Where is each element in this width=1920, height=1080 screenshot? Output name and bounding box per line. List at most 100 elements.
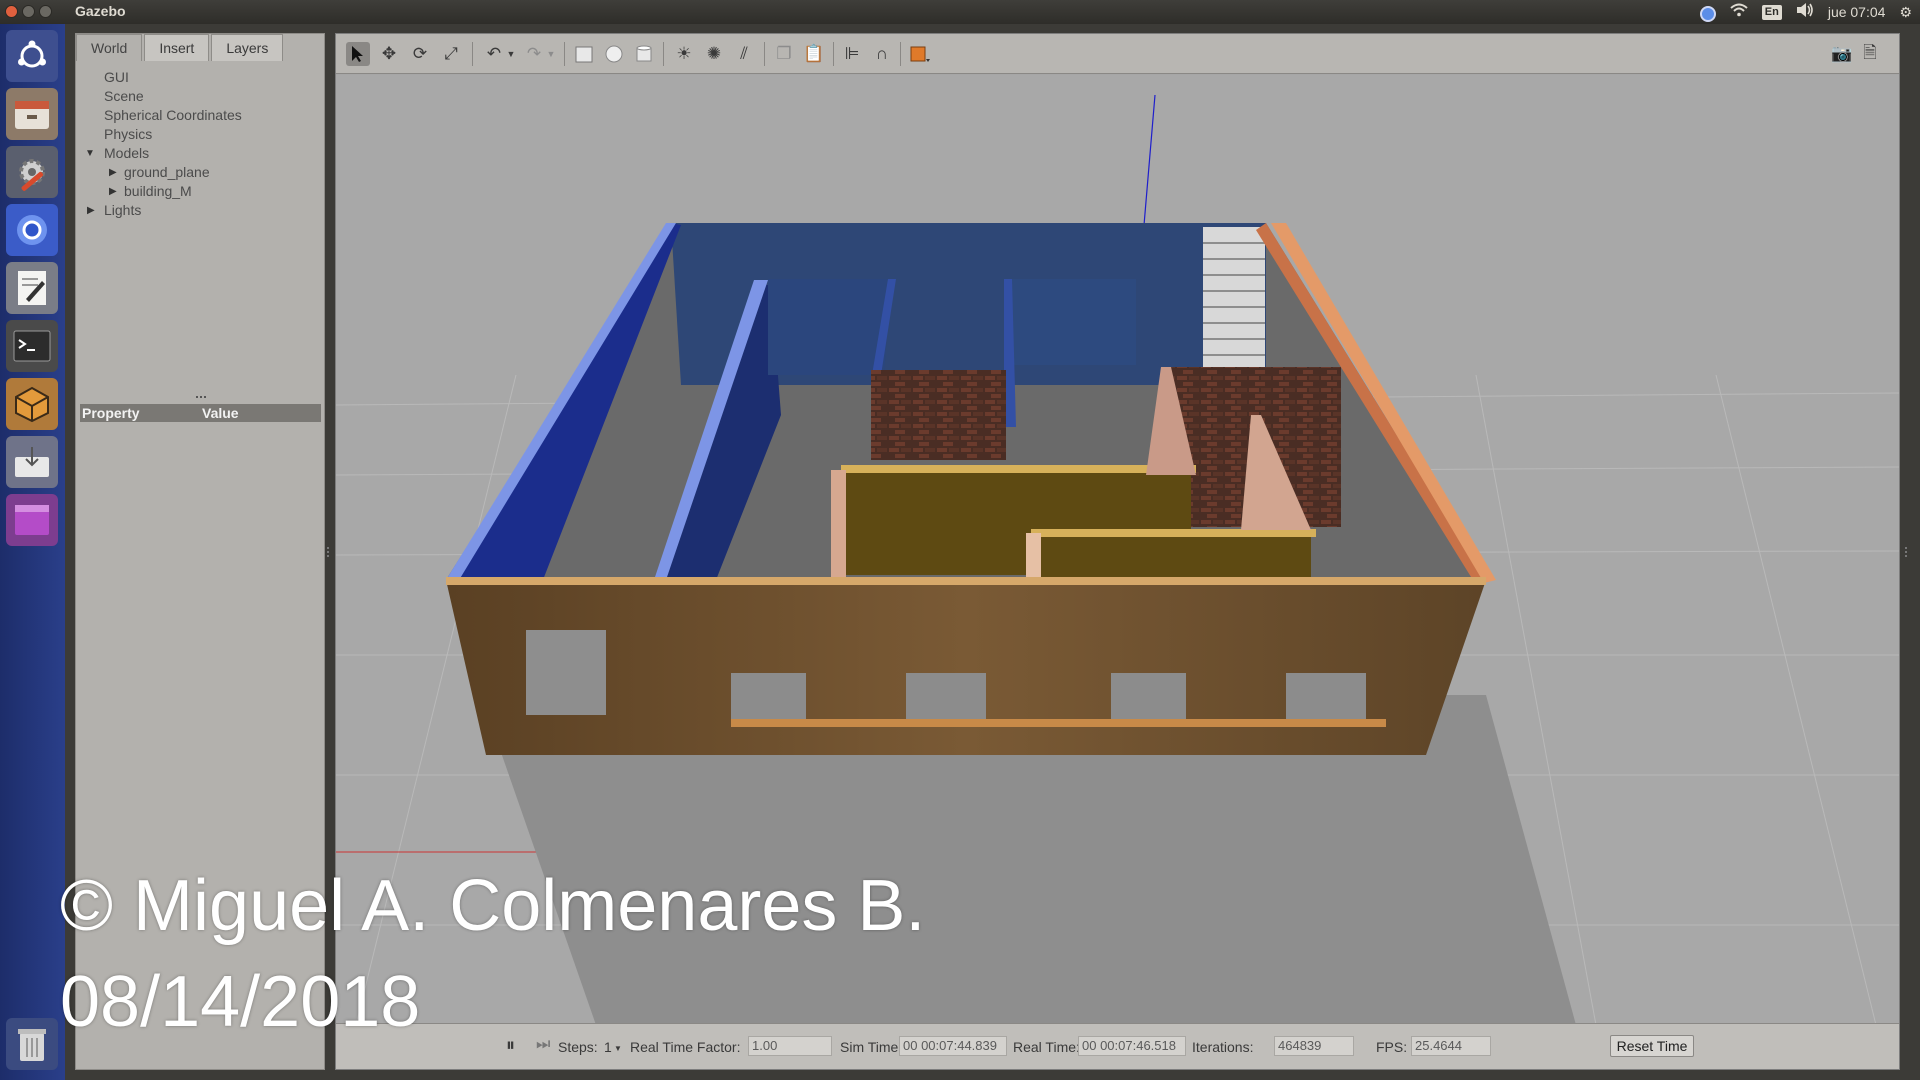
toolbar-separator — [663, 42, 664, 66]
launcher — [0, 24, 65, 1080]
tree-item-label: Physics — [104, 126, 153, 142]
window-controls — [5, 5, 52, 18]
room-wall-2 — [1008, 279, 1136, 365]
toolbar-separator — [833, 42, 834, 66]
text-editor-icon[interactable] — [6, 262, 58, 314]
yellow-wall-1-edge — [831, 470, 846, 585]
directional-light-icon[interactable]: ⫽ — [732, 42, 756, 66]
room-wall-1 — [768, 279, 891, 375]
log-icon[interactable]: 🗎 — [1858, 42, 1882, 66]
undo-history-dropdown-icon[interactable]: ▼ — [504, 42, 518, 66]
tree-item-spherical-coordinates[interactable]: Spherical Coordinates — [76, 106, 326, 125]
files-icon[interactable] — [6, 88, 58, 140]
clock[interactable]: jue 07:04 — [1828, 0, 1886, 24]
tree-item-label: Lights — [104, 202, 142, 218]
left-panel-splitter-handle[interactable] — [327, 547, 331, 557]
property-column-header[interactable]: Property — [82, 404, 140, 422]
redo-icon[interactable]: ↷ — [522, 42, 546, 66]
select-arrow-icon[interactable] — [346, 42, 370, 66]
tree-item-models[interactable]: ▼ Models — [76, 144, 326, 163]
expand-right-icon[interactable]: ▶ — [87, 201, 95, 220]
top-system-bar: Gazebo En jue 07:04 ⚙ — [0, 0, 1920, 24]
paste-icon[interactable]: 📋 — [802, 42, 826, 66]
tab-layers[interactable]: Layers — [211, 34, 284, 61]
reset-time-button[interactable]: Reset Time — [1610, 1035, 1694, 1057]
rotate-icon[interactable]: ⟳ — [408, 42, 432, 66]
iterations-label: Iterations: — [1192, 1039, 1254, 1055]
app-title: Gazebo — [75, 3, 126, 19]
workspace-switcher-icon[interactable] — [6, 494, 58, 546]
snap-icon[interactable]: ∩ — [870, 42, 894, 66]
settings-gear-icon[interactable]: ⚙ — [1899, 0, 1912, 24]
volume-icon[interactable] — [1796, 0, 1814, 24]
expand-down-icon[interactable]: ▼ — [85, 144, 95, 163]
software-installer-icon[interactable] — [6, 436, 58, 488]
box-shape-icon[interactable] — [572, 42, 596, 66]
property-splitter-handle[interactable] — [196, 396, 206, 399]
toolbar-separator — [900, 42, 901, 66]
yellow-wall-2-edge — [1026, 533, 1041, 580]
tree-item-physics[interactable]: Physics — [76, 125, 326, 144]
toolbar-separator — [564, 42, 565, 66]
gazebo-icon[interactable] — [6, 378, 58, 430]
copy-icon[interactable]: ❐ — [772, 42, 796, 66]
maximize-window-button[interactable] — [39, 5, 52, 18]
cylinder-shape-icon[interactable] — [632, 42, 656, 66]
front-wooden-wall — [446, 577, 1486, 755]
copyright-watermark: © Miguel A. Colmenares B. 08/14/2018 — [60, 858, 925, 1050]
view-angle-icon[interactable] — [908, 42, 932, 66]
toolbar-separator — [764, 42, 765, 66]
fps-field: 25.4644 — [1411, 1036, 1491, 1056]
tree-item-label: Spherical Coordinates — [104, 107, 242, 123]
ubuntu-dash-icon[interactable] — [6, 30, 58, 82]
brick-wall-1 — [871, 370, 1006, 460]
real-time-field: 00 00:07:46.518 — [1078, 1036, 1186, 1056]
tree-item-label: GUI — [104, 69, 129, 85]
minimize-window-button[interactable] — [22, 5, 35, 18]
tree-item-gui[interactable]: GUI — [76, 68, 326, 87]
point-light-icon[interactable]: ☀ — [672, 42, 696, 66]
spot-light-icon[interactable]: ✺ — [702, 42, 726, 66]
tree-item-label: Models — [104, 145, 150, 161]
yellow-wall-2 — [1036, 532, 1311, 580]
toolbar: ✥ ⟳ ⤢ ↶ ▼ ↷ ▼ ☀ ✺ ⫽ ❐ 📋 ⊫ ∩ 📷 🗎 — [336, 34, 1899, 74]
fps-label: FPS: — [1376, 1039, 1408, 1055]
chromium-icon[interactable] — [6, 204, 58, 256]
expand-right-icon[interactable]: ▶ — [109, 182, 117, 201]
tree-item-scene[interactable]: Scene — [76, 87, 326, 106]
system-tray: En jue 07:04 ⚙ — [1699, 0, 1920, 24]
value-column-header[interactable]: Value — [202, 404, 239, 422]
right-panel-splitter-handle[interactable] — [1905, 547, 1909, 557]
terminal-icon[interactable] — [6, 320, 58, 372]
tree-item-label: building_M — [124, 183, 192, 199]
chromium-icon[interactable] — [1699, 6, 1716, 22]
toolbar-separator — [472, 42, 473, 66]
yellow-wall-1-top — [841, 465, 1196, 473]
scale-icon[interactable]: ⤢ — [439, 42, 463, 66]
undo-icon[interactable]: ↶ — [482, 42, 506, 66]
align-icon[interactable]: ⊫ — [840, 42, 864, 66]
keyboard-layout-indicator[interactable]: En — [1761, 4, 1782, 20]
system-settings-icon[interactable] — [6, 146, 58, 198]
yellow-wall-2-top — [1031, 529, 1316, 537]
watermark-author: © Miguel A. Colmenares B. — [60, 866, 926, 946]
tree-item-ground-plane[interactable]: ▶ ground_plane — [76, 163, 326, 182]
screenshot-icon[interactable]: 📷 — [1830, 42, 1854, 66]
tree-item-building[interactable]: ▶ building_M — [76, 182, 326, 201]
staircase — [1203, 227, 1265, 367]
tree-item-label: ground_plane — [124, 164, 210, 180]
close-window-button[interactable] — [5, 5, 18, 18]
iterations-field: 464839 — [1274, 1036, 1354, 1056]
translate-icon[interactable]: ✥ — [377, 42, 401, 66]
world-tree: GUI Scene Spherical Coordinates Physics … — [76, 68, 326, 220]
wifi-icon[interactable] — [1730, 0, 1748, 24]
trash-icon[interactable] — [6, 1018, 58, 1070]
expand-right-icon[interactable]: ▶ — [109, 163, 117, 182]
panel-tabs: World Insert Layers — [76, 34, 285, 62]
watermark-date: 08/14/2018 — [60, 962, 421, 1042]
tree-item-lights[interactable]: ▶ Lights — [76, 201, 326, 220]
redo-history-dropdown-icon[interactable]: ▼ — [544, 42, 558, 66]
sphere-shape-icon[interactable] — [602, 42, 626, 66]
tab-world[interactable]: World — [76, 34, 143, 61]
tab-insert[interactable]: Insert — [144, 34, 210, 61]
